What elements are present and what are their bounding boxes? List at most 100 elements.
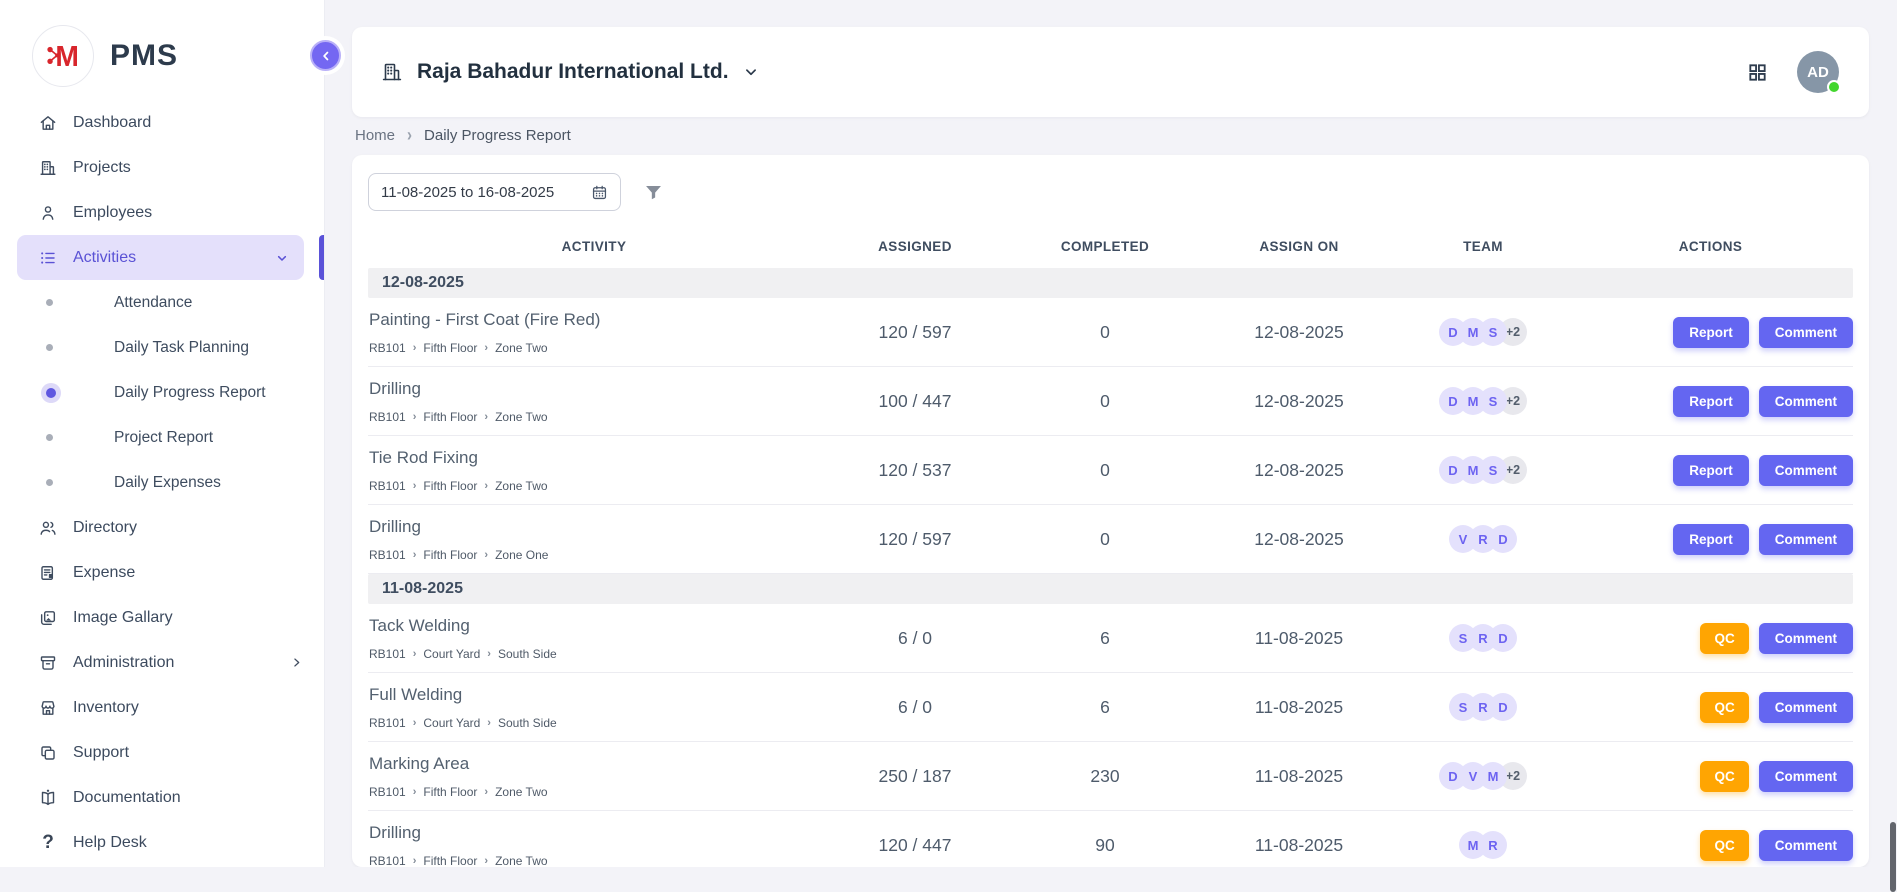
main-area: Raja Bahadur International Ltd. AD Home …: [325, 0, 1897, 867]
col-completed: COMPLETED: [1010, 239, 1200, 254]
sidebar-subitem-daily-progress-report[interactable]: Daily Progress Report: [0, 370, 324, 415]
sidebar-item-inventory[interactable]: Inventory: [0, 685, 324, 730]
sidebar-item-activities[interactable]: Activities: [17, 235, 304, 280]
comment-button[interactable]: Comment: [1759, 761, 1853, 792]
assign-on-date: 11-08-2025: [1200, 628, 1398, 649]
assign-on-date: 12-08-2025: [1200, 322, 1398, 343]
top-header: Raja Bahadur International Ltd. AD: [352, 27, 1869, 117]
sidebar-item-administration[interactable]: Administration: [0, 640, 324, 685]
logo-m-icon: M: [43, 36, 83, 76]
table-header: ACTIVITY ASSIGNED COMPLETED ASSIGN ON TE…: [368, 224, 1853, 268]
comment-button[interactable]: Comment: [1759, 317, 1853, 348]
filter-bar: 11-08-2025 to 16-08-2025: [368, 173, 1853, 211]
report-button[interactable]: Report: [1673, 386, 1749, 417]
sidebar-item-projects[interactable]: Projects: [0, 145, 324, 190]
sidebar-item-expense[interactable]: Expense: [0, 550, 324, 595]
activity-location-path: RB101›Court Yard›South Side: [369, 647, 820, 661]
comment-button[interactable]: Comment: [1759, 692, 1853, 723]
sidebar-subitem-label: Daily Expenses: [114, 474, 221, 492]
path-segment: Fifth Floor: [423, 410, 477, 424]
company-name: Raja Bahadur International Ltd.: [417, 60, 729, 84]
col-team: TEAM: [1398, 239, 1568, 254]
path-separator-icon: ›: [484, 342, 488, 354]
sidebar-item-support[interactable]: Support: [0, 730, 324, 775]
path-separator-icon: ›: [413, 549, 417, 561]
team-avatars: SRD: [1398, 693, 1568, 721]
report-button[interactable]: Report: [1673, 317, 1749, 348]
sidebar-item-employees[interactable]: Employees: [0, 190, 324, 235]
activity-location-path: RB101›Court Yard›South Side: [369, 716, 820, 730]
sidebar-subitem-attendance[interactable]: Attendance: [0, 280, 324, 325]
breadcrumb-current: Daily Progress Report: [424, 126, 571, 146]
team-member-chip: D: [1439, 456, 1467, 484]
qc-button[interactable]: QC: [1700, 623, 1748, 654]
book-icon: [38, 788, 58, 808]
path-segment: Court Yard: [423, 716, 480, 730]
activity-title: Marking Area: [369, 754, 820, 774]
sidebar-collapse-button[interactable]: [310, 40, 341, 71]
table-row: DrillingRB101›Fifth Floor›Zone Two120 / …: [368, 811, 1853, 867]
sidebar-subitem-daily-expenses[interactable]: Daily Expenses: [0, 460, 324, 505]
date-group-row: 12-08-2025: [368, 268, 1853, 298]
comment-button[interactable]: Comment: [1759, 830, 1853, 861]
assigned-value: 120 / 597: [820, 322, 1010, 343]
assign-on-date: 11-08-2025: [1200, 697, 1398, 718]
activity-title: Tie Rod Fixing: [369, 448, 820, 468]
activity-title: Painting - First Coat (Fire Red): [369, 310, 820, 330]
calendar-icon: [590, 183, 609, 202]
row-actions: Report Comment: [1568, 386, 1853, 417]
sidebar-item-directory[interactable]: Directory: [0, 505, 324, 550]
user-avatar[interactable]: AD: [1797, 51, 1839, 93]
sidebar-item-image-gallary[interactable]: Image Gallary: [0, 595, 324, 640]
comment-button[interactable]: Comment: [1759, 386, 1853, 417]
path-segment: South Side: [498, 716, 557, 730]
table-body: 12-08-2025 Painting - First Coat (Fire Re…: [368, 268, 1853, 867]
row-actions: QC Comment: [1568, 623, 1853, 654]
date-range-input[interactable]: 11-08-2025 to 16-08-2025: [368, 173, 621, 211]
path-separator-icon: ›: [413, 786, 417, 798]
path-segment: RB101: [369, 716, 406, 730]
building-icon: [38, 158, 58, 178]
sidebar-item-label: Administration: [73, 654, 174, 672]
sidebar-item-help-desk[interactable]: ?Help Desk: [0, 820, 324, 865]
path-segment: Fifth Floor: [423, 548, 477, 562]
sidebar-subitem-daily-task-planning[interactable]: Daily Task Planning: [0, 325, 324, 370]
path-segment: Fifth Floor: [423, 785, 477, 799]
comment-button[interactable]: Comment: [1759, 623, 1853, 654]
path-segment: RB101: [369, 785, 406, 799]
sidebar-item-label: Inventory: [73, 699, 139, 717]
bullet-dot-icon: [46, 299, 53, 306]
sidebar-item-documentation[interactable]: Documentation: [0, 775, 324, 820]
bullet-dot-icon: [46, 434, 53, 441]
qc-button[interactable]: QC: [1700, 830, 1748, 861]
breadcrumb: Home › Daily Progress Report: [352, 126, 1869, 146]
apps-grid-icon[interactable]: [1746, 61, 1769, 84]
report-button[interactable]: Report: [1673, 455, 1749, 486]
qc-button[interactable]: QC: [1700, 761, 1748, 792]
completed-value: 0: [1010, 391, 1200, 412]
copy-icon: [38, 743, 58, 763]
path-segment: South Side: [498, 647, 557, 661]
sidebar-item-label: Employees: [73, 204, 152, 222]
comment-button[interactable]: Comment: [1759, 455, 1853, 486]
company-selector[interactable]: Raja Bahadur International Ltd.: [380, 60, 760, 84]
header-actions: AD: [1746, 51, 1839, 93]
report-button[interactable]: Report: [1673, 524, 1749, 555]
comment-button[interactable]: Comment: [1759, 524, 1853, 555]
breadcrumb-home[interactable]: Home: [355, 126, 395, 146]
sidebar-item-label: Activities: [73, 249, 136, 267]
filter-button[interactable]: [643, 182, 664, 203]
page-scrollbar-thumb[interactable]: [1890, 822, 1896, 892]
activity-title: Full Welding: [369, 685, 820, 705]
home-icon: [38, 113, 58, 133]
assigned-value: 100 / 447: [820, 391, 1010, 412]
path-separator-icon: ›: [413, 411, 417, 423]
sidebar-subitem-label: Daily Progress Report: [114, 384, 266, 402]
qc-button[interactable]: QC: [1700, 692, 1748, 723]
completed-value: 90: [1010, 835, 1200, 856]
sidebar-subitem-project-report[interactable]: Project Report: [0, 415, 324, 460]
bullet-dot-icon: [46, 388, 56, 398]
activity-title: Drilling: [369, 379, 820, 399]
path-segment: RB101: [369, 410, 406, 424]
sidebar-item-dashboard[interactable]: Dashboard: [0, 100, 324, 145]
